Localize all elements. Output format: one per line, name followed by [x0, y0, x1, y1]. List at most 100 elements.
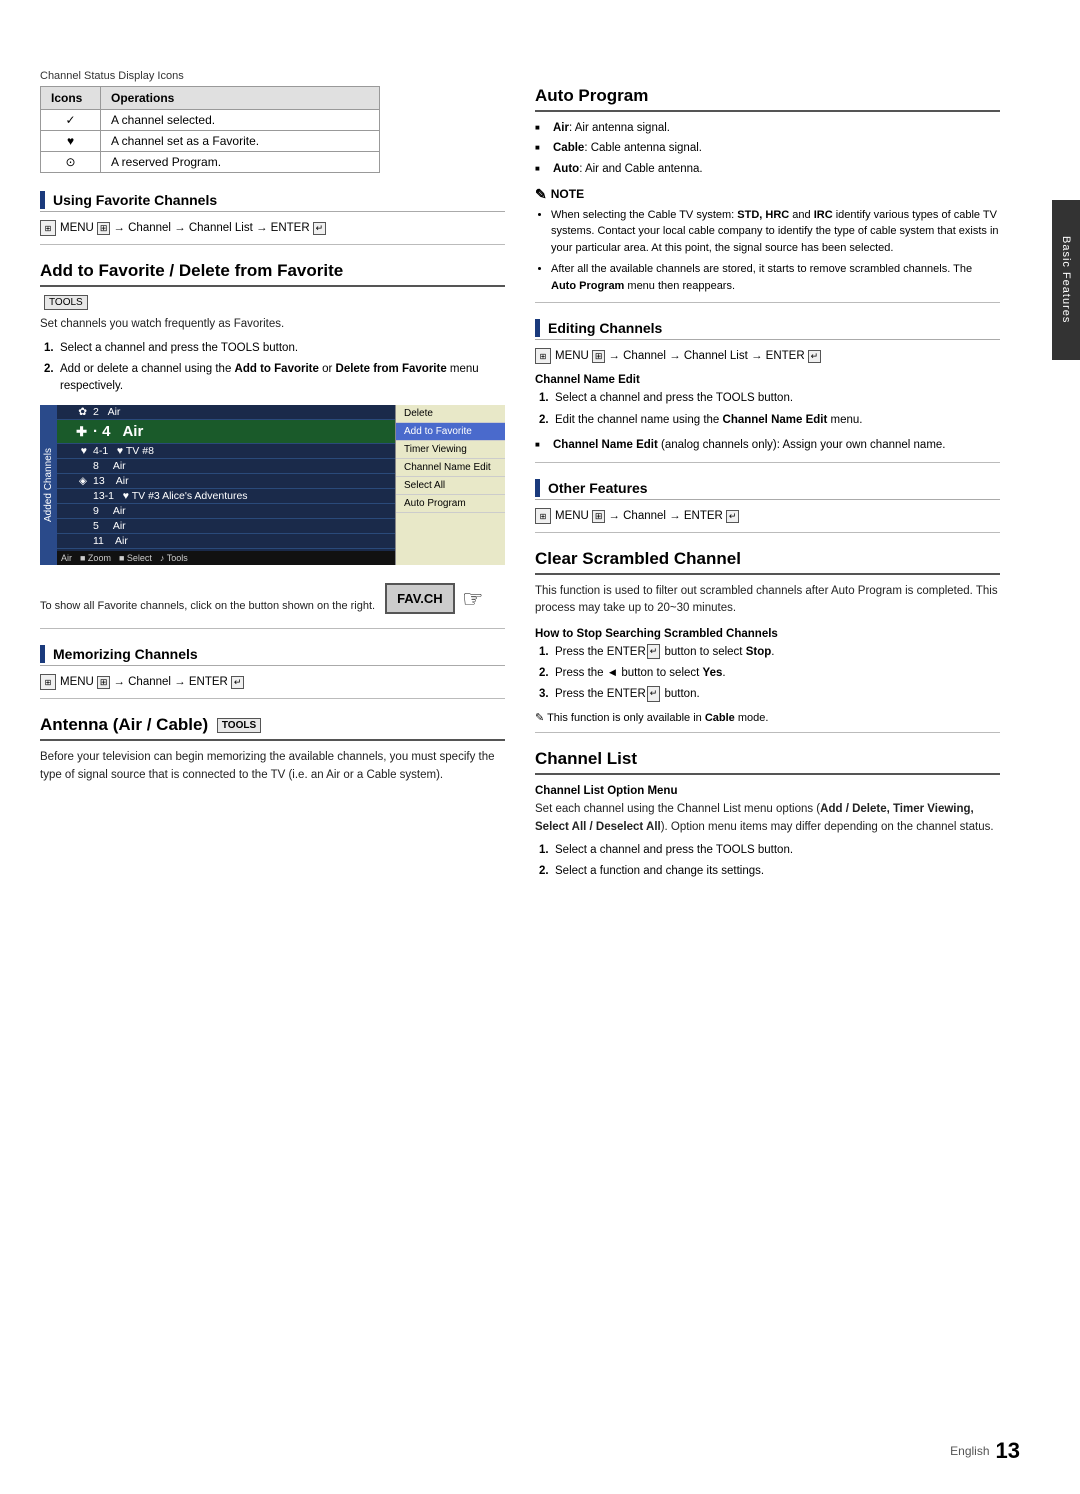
add-favorite-section: Add to Favorite / Delete from Favorite — [40, 261, 505, 287]
using-favorite-section: Using Favorite Channels — [40, 191, 505, 212]
how-to-stop-title: How to Stop Searching Scrambled Channels — [535, 628, 1000, 640]
add-favorite-intro: Set channels you watch frequently as Fav… — [40, 316, 505, 333]
note-item: When selecting the Cable TV system: STD,… — [551, 207, 1000, 257]
enter-icon: ↵ — [231, 676, 245, 689]
enter-icon: ↵ — [726, 510, 740, 523]
caption-text: To show all Favorite channels, click on … — [40, 599, 375, 614]
memorizing-menu-path: ⊞ MENU ⊞ → Channel → ENTER ↵ — [40, 674, 505, 690]
channel-list-steps: 1. Select a channel and press the TOOLS … — [539, 842, 1000, 881]
list-item: 2. Edit the channel name using the Chann… — [539, 412, 1000, 429]
add-favorite-title: Add to Favorite / Delete from Favorite — [40, 261, 505, 281]
page-number: 13 — [996, 1438, 1020, 1464]
list-item: 2. Press the ◄ button to select Yes. — [539, 665, 1000, 682]
tools-badge-antenna: TOOLS — [217, 718, 261, 733]
list-item: 2. Add or delete a channel using the Add… — [44, 361, 505, 396]
list-item: 1. Select a channel and press the TOOLS … — [539, 390, 1000, 407]
tv-row: 11 Air — [57, 534, 395, 549]
list-item: Air: Air antenna signal. — [535, 120, 1000, 137]
add-favorite-steps: 1. Select a channel and press the TOOLS … — [44, 340, 505, 396]
tools-badge-area: TOOLS — [40, 295, 505, 310]
chapter-tab: Basic Features — [1052, 200, 1080, 360]
list-item: Channel Name Edit (analog channels only)… — [535, 437, 1000, 454]
list-item: Auto: Air and Cable antenna. — [535, 161, 1000, 178]
table-section: Channel Status Display Icons Icons Opera… — [40, 70, 505, 173]
other-features-section: Other Features — [535, 479, 1000, 500]
auto-program-section: Auto Program — [535, 86, 1000, 112]
tools-badge: TOOLS — [44, 295, 88, 310]
antenna-title: Antenna (Air / Cable) TOOLS — [40, 715, 505, 735]
menu-item-select-all: Select All — [396, 477, 505, 495]
icon-clock: ⊙ — [41, 152, 101, 173]
tv-row: ◈ 13 Air — [57, 474, 395, 489]
note-item: After all the available channels are sto… — [551, 261, 1000, 294]
blue-bar — [40, 191, 45, 209]
menu-box: ⊞ — [97, 676, 111, 689]
clear-scrambled-title: Clear Scrambled Channel — [535, 549, 1000, 569]
menu-item-auto-program: Auto Program — [396, 495, 505, 513]
editing-steps: 1. Select a channel and press the TOOLS … — [539, 390, 1000, 429]
enter-icon: ↵ — [647, 644, 661, 660]
scrambled-note-text: ✎ This function is only available in Cab… — [535, 711, 1000, 724]
memorizing-section: Memorizing Channels — [40, 645, 505, 666]
tv-channel-list: ✿ 2 Air ✚ · 4 Air ♥ 4-1 — [57, 405, 395, 565]
desc-check: A channel selected. — [101, 110, 380, 131]
menu-item-name-edit: Channel Name Edit — [396, 459, 505, 477]
col-operations: Operations — [101, 87, 380, 110]
menu-item-timer: Timer Viewing — [396, 441, 505, 459]
col-icons: Icons — [41, 87, 101, 110]
language-label: English — [950, 1444, 989, 1458]
enter-icon: ↵ — [313, 222, 327, 235]
note-list: When selecting the Cable TV system: STD,… — [551, 207, 1000, 295]
icon-heart: ♥ — [41, 131, 101, 152]
hand-icon: ☞ — [462, 585, 484, 614]
fav-ch-button[interactable]: FAV.CH — [385, 583, 455, 614]
channel-list-option-title: Channel List Option Menu — [535, 785, 1000, 797]
menu-box: ⊞ — [592, 510, 606, 523]
editing-bullets: Channel Name Edit (analog channels only)… — [535, 437, 1000, 454]
tv-screen-area: Added Channels ✿ 2 Air ✚ · — [40, 405, 505, 565]
desc-heart: A channel set as a Favorite. — [101, 131, 380, 152]
tv-sidebar-label: Added Channels — [40, 405, 57, 565]
menu-item-delete: Delete — [396, 405, 505, 423]
chapter-label: Basic Features — [1060, 236, 1072, 323]
scrambled-note: ✎ This function is only available in Cab… — [535, 711, 1000, 724]
list-item: 1. Select a channel and press the TOOLS … — [44, 340, 505, 357]
list-item: Cable: Cable antenna signal. — [535, 140, 1000, 157]
note-title: ✎ NOTE — [535, 186, 1000, 203]
antenna-body: Before your television can begin memoriz… — [40, 749, 505, 784]
tv-content: ✿ 2 Air ✚ · 4 Air ♥ 4-1 — [57, 405, 505, 565]
channel-list-section: Channel List — [535, 749, 1000, 775]
menu-icon: ⊞ — [40, 220, 56, 236]
blue-bar — [40, 645, 45, 663]
menu-icon: ⊞ — [535, 508, 551, 524]
tv-row: 13-1 ♥ TV #3 Alice's Adventures — [57, 489, 395, 504]
menu-box: ⊞ — [97, 222, 111, 235]
clear-scrambled-section: Clear Scrambled Channel — [535, 549, 1000, 575]
fav-ch-button-area: FAV.CH ☞ — [385, 575, 483, 614]
antenna-section: Antenna (Air / Cable) TOOLS — [40, 715, 505, 741]
table-row: ⊙ A reserved Program. — [41, 152, 380, 173]
channel-list-body: Set each channel using the Channel List … — [535, 801, 1000, 836]
editing-channels-section: Editing Channels — [535, 319, 1000, 340]
menu-icon: ⊞ — [40, 674, 56, 690]
using-favorite-title: Using Favorite Channels — [53, 192, 217, 208]
blue-bar — [535, 319, 540, 337]
enter-icon: ↵ — [808, 350, 822, 363]
blue-bar — [535, 479, 540, 497]
memorizing-title: Memorizing Channels — [53, 646, 198, 662]
tv-row: 8 Air — [57, 459, 395, 474]
clear-scrambled-body: This function is used to filter out scra… — [535, 583, 1000, 618]
auto-program-bullets: Air: Air antenna signal. Cable: Cable an… — [535, 120, 1000, 178]
note-icon: ✎ — [535, 186, 547, 203]
table-title: Channel Status Display Icons — [40, 70, 505, 82]
fav-ch-area: To show all Favorite channels, click on … — [40, 575, 505, 614]
tv-context-menu: Delete Add to Favorite Timer Viewing Cha… — [395, 405, 505, 565]
page-footer: English 13 — [950, 1438, 1020, 1464]
tv-bottom-bar: Air ■ Zoom ■ Select ♪ Tools — [57, 551, 395, 565]
channel-list-title: Channel List — [535, 749, 1000, 769]
tv-row: 9 Air — [57, 504, 395, 519]
list-item: 3. Press the ENTER↵ button. — [539, 686, 1000, 703]
editing-channels-menu: ⊞ MENU ⊞ → Channel → Channel List → ENTE… — [535, 348, 1000, 364]
scrambled-steps: 1. Press the ENTER↵ button to select Sto… — [539, 644, 1000, 704]
tv-row: ♥ 4-1 ♥ TV #8 — [57, 444, 395, 459]
